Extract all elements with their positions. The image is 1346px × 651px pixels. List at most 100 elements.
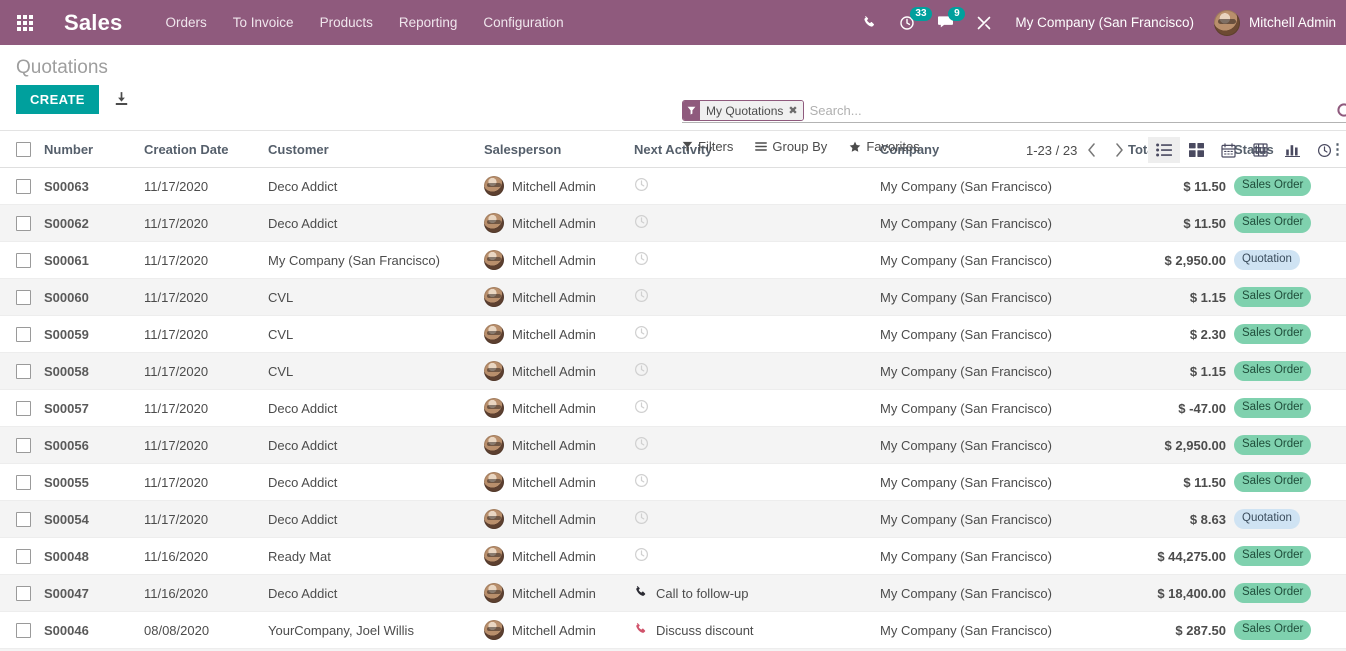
messages-chat-icon[interactable]: 9 bbox=[926, 0, 966, 45]
cell-next-activity[interactable] bbox=[634, 167, 880, 206]
clock-icon[interactable] bbox=[634, 473, 649, 491]
cell-next-activity[interactable] bbox=[634, 500, 880, 539]
menu-item-to-invoice[interactable]: To Invoice bbox=[220, 0, 307, 45]
cell-next-activity[interactable]: Call to follow-up bbox=[634, 574, 880, 613]
cell-number[interactable]: S00061 bbox=[44, 241, 144, 280]
cell-next-activity[interactable] bbox=[634, 204, 880, 243]
table-row[interactable]: S00047 11/16/2020 Deco Addict Mitchell Admi… bbox=[0, 574, 1346, 613]
cell-next-activity[interactable] bbox=[634, 389, 880, 428]
menu-item-configuration[interactable]: Configuration bbox=[470, 0, 576, 45]
clock-icon[interactable] bbox=[634, 399, 649, 417]
row-select-cell[interactable] bbox=[0, 278, 44, 317]
menu-item-orders[interactable]: Orders bbox=[153, 0, 220, 45]
search-facet-my-quotations[interactable]: My Quotations ✖ bbox=[682, 100, 804, 121]
phone-icon[interactable] bbox=[634, 585, 648, 602]
table-row[interactable]: S00055 11/17/2020 Deco Addict Mitchell Admi… bbox=[0, 463, 1346, 502]
cell-number[interactable]: S00059 bbox=[44, 315, 144, 354]
cell-number[interactable]: S00060 bbox=[44, 278, 144, 317]
cell-number[interactable]: S00058 bbox=[44, 352, 144, 391]
remove-facet-icon[interactable]: ✖ bbox=[788, 104, 797, 117]
search-icon[interactable] bbox=[1336, 102, 1346, 120]
column-header-number[interactable]: Number bbox=[44, 131, 144, 169]
activity-clock-icon[interactable]: 33 bbox=[888, 0, 932, 45]
row-select-cell[interactable] bbox=[0, 463, 44, 502]
row-select-cell[interactable] bbox=[0, 315, 44, 354]
cell-next-activity[interactable] bbox=[634, 426, 880, 465]
cell-next-activity[interactable] bbox=[634, 537, 880, 576]
row-select-cell[interactable] bbox=[0, 352, 44, 391]
table-row[interactable]: S00054 11/17/2020 Deco Addict Mitchell Admi… bbox=[0, 500, 1346, 539]
column-header-customer[interactable]: Customer bbox=[268, 131, 484, 169]
favorites-dropdown[interactable]: Favorites bbox=[849, 139, 920, 154]
row-select-cell[interactable] bbox=[0, 389, 44, 428]
row-select-cell[interactable] bbox=[0, 574, 44, 613]
cell-number[interactable]: S00063 bbox=[44, 167, 144, 206]
clock-icon[interactable] bbox=[634, 510, 649, 528]
row-checkbox[interactable] bbox=[16, 549, 31, 565]
clock-icon[interactable] bbox=[634, 547, 649, 565]
table-row[interactable]: S00061 11/17/2020 My Company (San Francisc… bbox=[0, 241, 1346, 280]
pager-range[interactable]: 1-23 / 23 bbox=[1026, 143, 1077, 158]
row-select-cell[interactable] bbox=[0, 500, 44, 539]
table-row[interactable]: S00058 11/17/2020 CVL Mitchell Admin My Comp… bbox=[0, 352, 1346, 391]
cell-next-activity[interactable] bbox=[634, 315, 880, 354]
column-header-creation-date[interactable]: Creation Date bbox=[144, 131, 268, 169]
row-checkbox[interactable] bbox=[16, 438, 31, 454]
app-brand-sales[interactable]: Sales bbox=[64, 10, 123, 36]
table-row[interactable]: S00059 11/17/2020 CVL Mitchell Admin My Comp… bbox=[0, 315, 1346, 354]
row-checkbox[interactable] bbox=[16, 253, 31, 269]
clock-icon[interactable] bbox=[634, 362, 649, 380]
clock-icon[interactable] bbox=[634, 436, 649, 454]
row-checkbox[interactable] bbox=[16, 401, 31, 417]
cell-number[interactable]: S00057 bbox=[44, 389, 144, 428]
kanban-view-icon[interactable] bbox=[1180, 137, 1212, 163]
row-select-cell[interactable] bbox=[0, 241, 44, 280]
table-row[interactable]: S00062 11/17/2020 Deco Addict Mitchell Admi… bbox=[0, 204, 1346, 243]
row-checkbox[interactable] bbox=[16, 216, 31, 232]
cell-next-activity[interactable]: Discuss discount bbox=[634, 611, 880, 650]
row-select-cell[interactable] bbox=[0, 204, 44, 243]
table-row[interactable]: S00063 11/17/2020 Deco Addict Mitchell Admi… bbox=[0, 167, 1346, 206]
row-select-cell[interactable] bbox=[0, 167, 44, 206]
list-view-icon[interactable] bbox=[1148, 137, 1180, 163]
cell-number[interactable]: S00062 bbox=[44, 204, 144, 243]
cell-number[interactable]: S00048 bbox=[44, 537, 144, 576]
table-row[interactable]: S00048 11/16/2020 Ready Mat Mitchell Admin M… bbox=[0, 537, 1346, 576]
calendar-view-icon[interactable] bbox=[1212, 137, 1244, 163]
row-checkbox[interactable] bbox=[16, 327, 31, 343]
row-select-cell[interactable] bbox=[0, 426, 44, 465]
import-download-icon[interactable] bbox=[113, 91, 130, 108]
create-button[interactable]: CREATE bbox=[16, 85, 99, 114]
activity-view-icon[interactable] bbox=[1308, 137, 1340, 163]
cell-next-activity[interactable] bbox=[634, 463, 880, 502]
column-header-salesperson[interactable]: Salesperson bbox=[484, 131, 634, 169]
pager-next-icon[interactable] bbox=[1105, 139, 1133, 161]
table-row[interactable]: S00056 11/17/2020 Deco Addict Mitchell Admi… bbox=[0, 426, 1346, 465]
phone-icon[interactable] bbox=[634, 622, 648, 639]
row-select-cell[interactable] bbox=[0, 611, 44, 650]
cell-number[interactable]: S00054 bbox=[44, 500, 144, 539]
phone-icon[interactable] bbox=[851, 0, 888, 45]
current-company[interactable]: My Company (San Francisco) bbox=[1003, 0, 1206, 45]
cell-number[interactable]: S00055 bbox=[44, 463, 144, 502]
row-select-cell[interactable] bbox=[0, 537, 44, 576]
row-checkbox[interactable] bbox=[16, 364, 31, 380]
row-checkbox[interactable] bbox=[16, 623, 31, 639]
menu-item-reporting[interactable]: Reporting bbox=[386, 0, 471, 45]
row-checkbox[interactable] bbox=[16, 475, 31, 491]
search-input[interactable] bbox=[805, 99, 1336, 122]
table-row[interactable]: S00057 11/17/2020 Deco Addict Mitchell Admi… bbox=[0, 389, 1346, 428]
wrench-tools-icon[interactable] bbox=[965, 0, 1003, 45]
graph-view-icon[interactable] bbox=[1276, 137, 1308, 163]
clock-icon[interactable] bbox=[634, 251, 649, 269]
pivot-view-icon[interactable] bbox=[1244, 137, 1276, 163]
table-row[interactable]: S00060 11/17/2020 CVL Mitchell Admin My Comp… bbox=[0, 278, 1346, 317]
user-menu[interactable]: Mitchell Admin bbox=[1206, 0, 1346, 45]
group-by-dropdown[interactable]: Group By bbox=[755, 139, 827, 154]
apps-menu-icon[interactable] bbox=[8, 0, 42, 45]
cell-number[interactable]: S00056 bbox=[44, 426, 144, 465]
clock-icon[interactable] bbox=[634, 214, 649, 232]
row-checkbox[interactable] bbox=[16, 512, 31, 528]
row-checkbox[interactable] bbox=[16, 290, 31, 306]
pager-previous-icon[interactable] bbox=[1077, 139, 1105, 161]
